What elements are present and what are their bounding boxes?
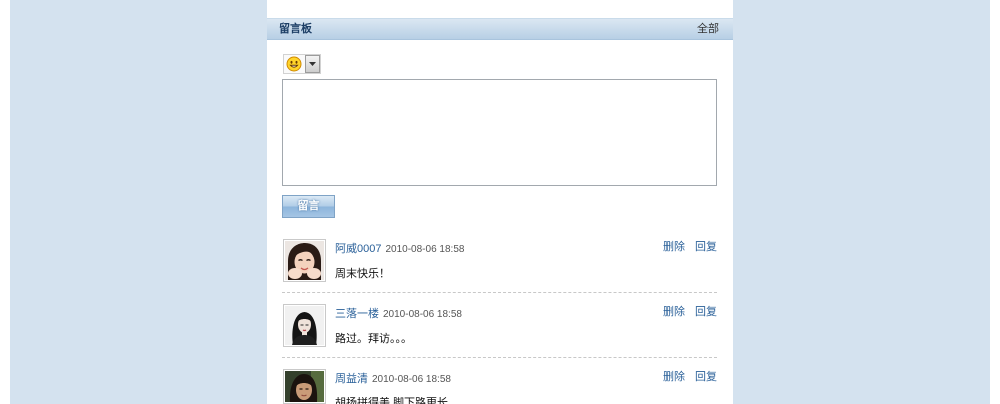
delete-comment-link[interactable]: 删除 xyxy=(663,306,685,318)
reply-comment-link[interactable]: 回复 xyxy=(695,241,717,253)
comment-meta: 三落一楼 2010-08-06 18:58 xyxy=(335,306,462,321)
avatar[interactable] xyxy=(283,239,326,282)
comment-divider xyxy=(282,357,717,358)
comment-message: 周末快乐！ xyxy=(335,268,390,280)
comment-time: 2010-08-06 18:58 xyxy=(383,309,462,320)
comment-actions: 删除 回复 xyxy=(663,241,717,254)
emoji-picker[interactable] xyxy=(283,54,321,74)
comment-message: 路过。拜访。。。 xyxy=(335,333,412,345)
avatar[interactable] xyxy=(283,369,326,404)
comment-meta: 阿威0007 2010-08-06 18:58 xyxy=(335,241,464,256)
reply-comment-link[interactable]: 回复 xyxy=(695,306,717,318)
comment-divider xyxy=(282,292,717,293)
comment-item: 周益清 2010-08-06 18:58 删除 回复 胡扬拼得美 脚下路更长 xyxy=(267,369,733,404)
comment-author-link[interactable]: 阿威0007 xyxy=(335,243,381,255)
avatar[interactable] xyxy=(283,304,326,347)
post-message-button[interactable]: 留言 xyxy=(282,195,335,218)
comment-meta: 周益清 2010-08-06 18:58 xyxy=(335,371,451,386)
comment-item: 阿威0007 2010-08-06 18:58 删除 回复 周末快乐！ xyxy=(267,239,733,293)
comment-actions: 删除 回复 xyxy=(663,306,717,319)
guestbook-panel: 留言板 全部 留言 阿威0007 2010-08-06 18:58 删除 回复 … xyxy=(267,0,733,404)
comment-actions: 删除 回复 xyxy=(663,371,717,384)
guestbook-title: 留言板 xyxy=(279,23,312,35)
view-all-link[interactable]: 全部 xyxy=(697,19,719,39)
delete-comment-link[interactable]: 删除 xyxy=(663,241,685,253)
delete-comment-link[interactable]: 删除 xyxy=(663,371,685,383)
reply-comment-link[interactable]: 回复 xyxy=(695,371,717,383)
page: 留言板 全部 留言 阿威0007 2010-08-06 18:58 删除 回复 … xyxy=(0,0,1000,404)
comment-author-link[interactable]: 三落一楼 xyxy=(335,308,379,320)
comment-item: 三落一楼 2010-08-06 18:58 删除 回复 路过。拜访。。。 xyxy=(267,304,733,358)
message-input[interactable] xyxy=(282,79,717,186)
comment-author-link[interactable]: 周益清 xyxy=(335,373,368,385)
smiley-icon[interactable] xyxy=(286,56,302,72)
comment-time: 2010-08-06 18:58 xyxy=(385,244,465,255)
guestbook-header: 留言板 全部 xyxy=(267,18,733,40)
chevron-down-icon[interactable] xyxy=(305,55,320,73)
comment-time: 2010-08-06 18:58 xyxy=(372,374,451,385)
comment-message: 胡扬拼得美 脚下路更长 xyxy=(335,397,449,404)
